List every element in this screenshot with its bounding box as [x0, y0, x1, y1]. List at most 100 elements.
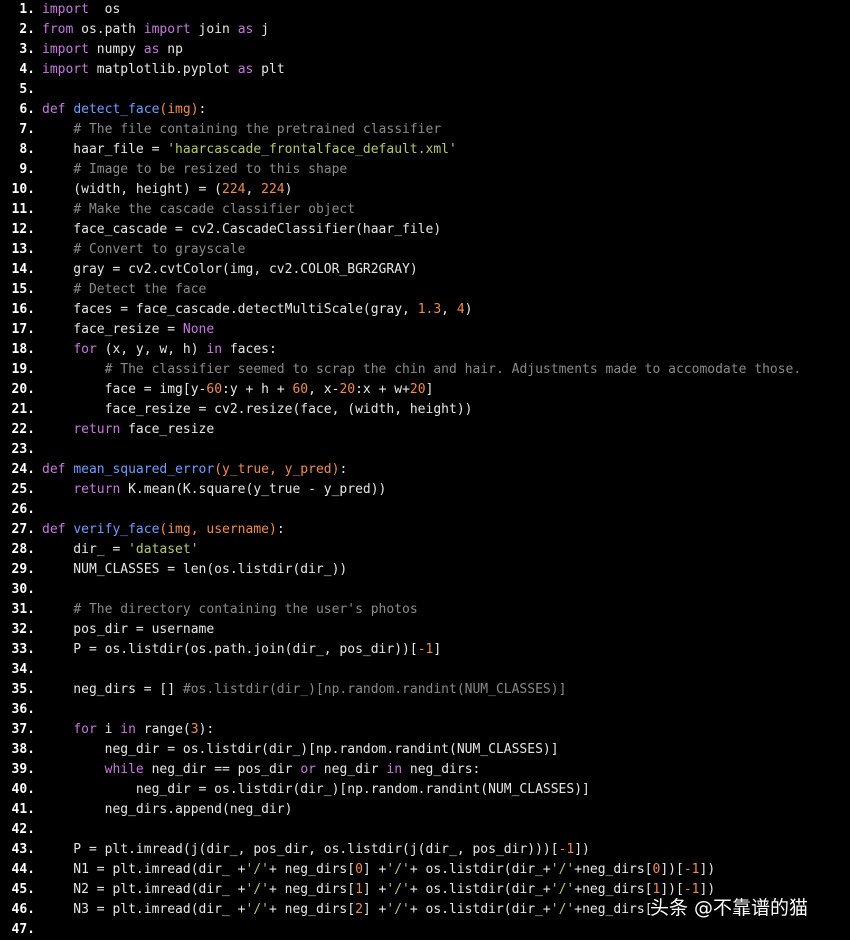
code-token: ] + [362, 882, 387, 897]
code-token: '/' [386, 902, 410, 917]
code-text: def detect_face(img): [42, 100, 206, 120]
code-token: + os.listdir(dir_+ [409, 862, 551, 877]
code-token: faces = face_cascade.detectMultiScale(gr… [42, 302, 418, 317]
code-token: '/' [550, 902, 575, 917]
code-token: 20 [339, 382, 356, 397]
code-token: # The directory containing the user's ph… [73, 602, 418, 617]
code-token: N2 = plt.imread(dir_ + [42, 882, 246, 897]
line-number: 1. [19, 2, 35, 17]
code-token: 3 [190, 722, 199, 737]
code-text: import matplotlib.pyplot as plt [42, 60, 285, 80]
code-token: dir_ = [42, 542, 129, 557]
code-token: import [143, 22, 191, 37]
code-text: def verify_face(img, username): [42, 520, 285, 540]
code-token: #os.listdir(dir_)[np.random.randint(NUM_… [182, 682, 567, 697]
code-token: neg_dir = os.listdir(dir_)[np.random.ran… [42, 782, 590, 797]
code-text: P = os.listdir(os.path.join(dir_, pos_di… [42, 640, 441, 660]
code-token: faces: [222, 342, 277, 357]
line-number: 25. [11, 482, 35, 497]
code-token: for [73, 722, 97, 737]
code-token: i [96, 722, 121, 737]
line-number: 16. [11, 302, 35, 317]
code-token: +neg_dirs[ [574, 902, 653, 917]
code-token: ]) [574, 842, 590, 857]
code-text: return K.mean(K.square(y_true - y_pred)) [42, 480, 386, 500]
code-text: import os [42, 0, 120, 20]
code-text: # Make the cascade classifier object [42, 200, 355, 220]
code-token: neg_dirs.append(neg_dir) [42, 802, 293, 817]
code-token: in [206, 342, 223, 357]
code-editor[interactable]: 1. import os 2. from os.path import join as… [0, 0, 850, 939]
code-token: # The file containing the pretrained cla… [73, 122, 442, 137]
code-token: (img, username) [159, 522, 277, 537]
code-token: 2 [355, 902, 363, 917]
code-token: mean_squared_error [73, 462, 215, 477]
code-token: ])[ [660, 862, 684, 877]
code-token: ] [425, 382, 434, 397]
line-number: 11. [11, 202, 35, 217]
code-token: face_resize = cv2.resize(face, (width, h… [42, 402, 473, 417]
code-token: or [300, 762, 316, 777]
code-token: None [182, 322, 215, 337]
code-token: # Detect the face [73, 282, 207, 297]
line-number: 8. [19, 142, 35, 157]
code-token: from [42, 22, 74, 37]
code-text: face = img[y-60:y + h + 60, x-20:x + w+2… [42, 380, 434, 400]
code-text: # The file containing the pretrained cla… [42, 120, 441, 140]
code-token: -1 [417, 642, 434, 657]
code-text: return face_resize [42, 420, 214, 440]
code-token: -1 [683, 862, 700, 877]
code-text: import numpy as np [42, 40, 183, 60]
code-token: NUM_CLASSES = len(os.listdir(dir_)) [42, 562, 348, 577]
line-number: 35. [11, 682, 35, 697]
code-token: neg_dir = os.listdir(dir_)[np.random.ran… [42, 742, 559, 757]
code-token: neg_dirs: [402, 762, 481, 777]
code-token: '/' [550, 882, 575, 897]
code-text: for (x, y, w, h) in faces: [42, 340, 277, 360]
line-number: 36. [11, 702, 35, 717]
line-number: 32. [11, 622, 35, 637]
code-text: neg_dirs.append(neg_dir) [42, 800, 293, 820]
code-token: import [42, 2, 89, 17]
code-token: face_resize = [42, 322, 183, 337]
code-token: '/' [386, 862, 410, 877]
code-text: neg_dir = os.listdir(dir_)[np.random.ran… [42, 740, 559, 760]
code-token: ): [198, 722, 215, 737]
code-token: verify_face [73, 522, 160, 537]
code-token: + neg_dirs[ [268, 902, 356, 917]
line-number: 9. [19, 162, 35, 177]
code-text: face_resize = None [42, 320, 214, 340]
code-token: plt [253, 62, 285, 77]
line-number: 22. [11, 422, 35, 437]
code-token: ) [464, 302, 473, 317]
code-token: np [159, 42, 183, 57]
code-token: face_resize [120, 422, 215, 437]
line-number: 19. [11, 362, 35, 377]
line-number: 26. [11, 502, 35, 517]
code-token: as [237, 22, 254, 37]
code-token: ] + [362, 902, 387, 917]
line-number: 37. [11, 722, 35, 737]
line-number: 39. [11, 762, 35, 777]
code-token: (y_true, y_pred) [214, 462, 340, 477]
code-text: # Image to be resized to this shape [42, 160, 347, 180]
code-text: N2 = plt.imread(dir_ +'/'+ neg_dirs[1] +… [42, 880, 715, 900]
code-text: N1 = plt.imread(dir_ +'/'+ neg_dirs[0] +… [42, 860, 715, 880]
code-token: import [42, 62, 89, 77]
line-number: 44. [11, 862, 35, 877]
code-token: 'haarcascade_frontalface_default.xml' [167, 142, 457, 157]
code-token: 1.3 [417, 302, 442, 317]
line-number: 34. [11, 662, 35, 677]
code-token: (x, y, w, h) [96, 342, 207, 357]
code-text: NUM_CLASSES = len(os.listdir(dir_)) [42, 560, 347, 580]
code-token: '/' [245, 862, 269, 877]
code-token: +neg_dirs[ [574, 882, 653, 897]
code-token: 224 [222, 182, 246, 197]
code-token: while [104, 762, 144, 777]
code-token: return [73, 422, 121, 437]
code-token: + neg_dirs[ [268, 882, 356, 897]
line-number: 24. [11, 462, 35, 477]
